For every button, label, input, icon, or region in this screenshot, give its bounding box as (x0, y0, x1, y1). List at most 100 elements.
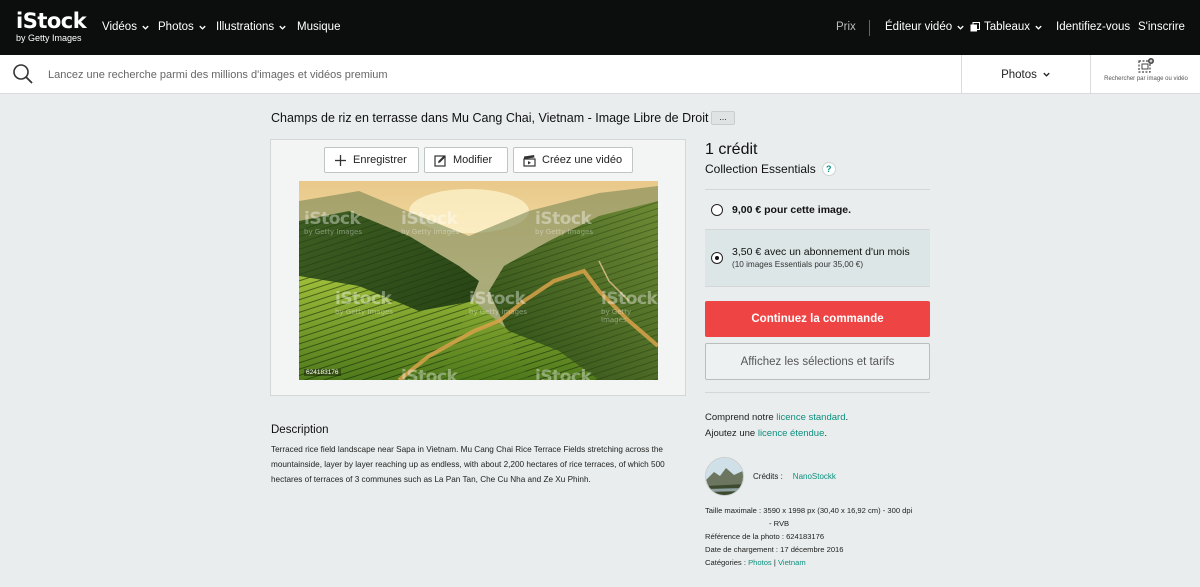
watermark-text: iStock (401, 209, 458, 229)
radio-single-image[interactable] (711, 204, 723, 216)
nav-illustrations[interactable]: Illustrations (216, 21, 287, 33)
top-navigation: iStock by Getty Images Vidéos Photos Ill… (0, 0, 1200, 55)
description-text: Terraced rice field landscape near Sapa … (271, 445, 665, 484)
credits-row: Crédits : NanoStockk (753, 472, 836, 481)
pricing-option-subscription[interactable]: 3,50 € avec un abonnement d'un mois (10 … (705, 230, 930, 286)
chevron-down-icon (279, 25, 286, 30)
nav-video-editor-label: Éditeur vidéo (885, 21, 953, 33)
create-video-label: Créez une vidéo (542, 154, 623, 166)
chevron-down-icon (1043, 72, 1050, 77)
watermark-text: iStock (304, 209, 361, 229)
create-video-button[interactable]: Créez une vidéo (513, 147, 633, 173)
image-preview-panel: Enregistrer Modifier Créez une vidéo iSt… (270, 139, 686, 396)
category-photos-link[interactable]: Photos (748, 558, 772, 567)
plus-icon (335, 154, 346, 166)
image-search-button[interactable]: Rechercher par image ou vidéo (1100, 57, 1192, 93)
option-subscription-label: 3,50 € avec un abonnement d'un mois (732, 246, 910, 258)
license-standard-suffix: . (845, 412, 849, 423)
description-title: Description (271, 424, 329, 436)
sign-in-link[interactable]: Identifiez-vous (1056, 21, 1130, 33)
image-search-label: Rechercher par image ou vidéo (1104, 76, 1188, 82)
pricing-option-single[interactable]: 9,00 € pour cette image. (705, 192, 930, 228)
avatar-image (706, 458, 743, 495)
photo-ref-value: 624183176 (786, 532, 825, 541)
save-button[interactable]: Enregistrer (324, 147, 419, 173)
continue-order-button[interactable]: Continuez la commande (705, 301, 930, 337)
help-icon[interactable]: ? (821, 162, 836, 176)
license-extended-prefix: Ajoutez une (705, 428, 758, 439)
watermark-sub: by Getty Images (335, 308, 393, 316)
license-standard-prefix: Comprend notre (705, 412, 777, 423)
categories-row: Catégories : Photos | Vietnam (705, 558, 806, 568)
nav-photos-label: Photos (158, 21, 194, 33)
contributor-link[interactable]: NanoStockk (793, 472, 836, 481)
extended-license-link[interactable]: licence étendue (758, 428, 825, 439)
watermark: iStock by Getty Images (304, 209, 362, 237)
upload-date-row: Date de chargement : 17 décembre 2016 (705, 545, 843, 555)
register-link[interactable]: S'inscrire (1138, 21, 1185, 33)
credits-label: Crédits : (753, 472, 783, 481)
nav-price[interactable]: Prix (836, 21, 856, 33)
stock-photo[interactable]: iStock by Getty Images iStock by Getty Ima… (299, 181, 658, 380)
max-size-color-mode: - RVB (769, 519, 790, 528)
nav-photos[interactable]: Photos (158, 21, 207, 33)
max-size-row: Taille maximale : 3590 x 1998 px (30,40 … (705, 506, 912, 516)
max-size-value: 3590 x 1998 px (30,40 x 16,92 cm) - 300 … (763, 506, 913, 515)
nav-videos-label: Vidéos (102, 21, 137, 33)
watermark: iStock by Getty Images (535, 209, 593, 237)
watermark-text: iStock (335, 289, 392, 309)
standard-license-link[interactable]: licence standard (776, 412, 845, 423)
logo-wordmark: iStock (16, 9, 87, 33)
option-subscription-text: 3,50 € avec un abonnement d'un mois (10 … (732, 245, 910, 271)
watermark: iStock by Getty Images (469, 289, 527, 317)
category-separator: | (773, 558, 776, 567)
watermark-text: iStock (535, 367, 592, 381)
watermark-text: iStock (601, 289, 658, 309)
nav-video-editor[interactable]: Éditeur vidéo (885, 21, 965, 33)
nav-divider (869, 20, 870, 36)
divider (705, 392, 930, 393)
chevron-down-icon (957, 25, 964, 30)
nav-videos[interactable]: Vidéos (102, 21, 150, 33)
photo-ref-row: Référence de la photo : 624183176 (705, 532, 824, 542)
watermark-sub: by Getty Images (304, 228, 362, 236)
logo-tagline: by Getty Images (16, 33, 82, 43)
edit-icon (434, 154, 446, 167)
nav-boards[interactable]: Tableaux (970, 21, 1043, 33)
contributor-avatar[interactable] (705, 457, 744, 496)
nav-music[interactable]: Musique (297, 21, 340, 33)
credit-price: 1 crédit (705, 141, 758, 158)
collection-name: Collection Essentials (705, 162, 816, 176)
istock-logo[interactable]: iStock by Getty Images (16, 9, 87, 44)
watermark-sub: by Getty Images (401, 228, 459, 236)
search-type-label: Photos (1001, 68, 1037, 81)
edit-label: Modifier (453, 154, 493, 166)
search-input[interactable] (48, 64, 928, 86)
chevron-down-icon (199, 25, 206, 30)
watermark-text: iStock (469, 289, 526, 309)
watermark: iStock by Getty Images (601, 289, 658, 325)
view-plans-button[interactable]: Affichez les sélections et tarifs (705, 343, 930, 380)
boards-icon (970, 22, 980, 32)
image-id-label: 624183176 (304, 369, 341, 376)
radio-subscription[interactable] (711, 252, 723, 264)
divider (705, 286, 930, 287)
watermark: iStock (535, 367, 592, 381)
watermark: iStock (401, 369, 458, 381)
nav-illustrations-label: Illustrations (216, 21, 275, 33)
save-label: Enregistrer (353, 154, 407, 166)
category-vietnam-link[interactable]: Vietnam (778, 558, 806, 567)
clapperboard-icon (523, 154, 536, 167)
more-options-button[interactable]: ... (711, 111, 735, 125)
watermark-text: iStock (535, 209, 592, 229)
search-bar: Photos Rechercher par image ou vidéo (0, 55, 1200, 94)
register-label: S'inscrire (1138, 21, 1185, 33)
edit-button[interactable]: Modifier (424, 147, 508, 173)
upload-date-label: Date de chargement : (705, 545, 779, 554)
camera-search-icon (1138, 58, 1154, 73)
max-size-label: Taille maximale : (705, 506, 762, 515)
collection-label: Collection Essentials ? (705, 162, 836, 176)
search-type-dropdown[interactable]: Photos (961, 55, 1091, 94)
upload-date-value: 17 décembre 2016 (780, 545, 844, 554)
search-icon[interactable] (12, 63, 34, 85)
